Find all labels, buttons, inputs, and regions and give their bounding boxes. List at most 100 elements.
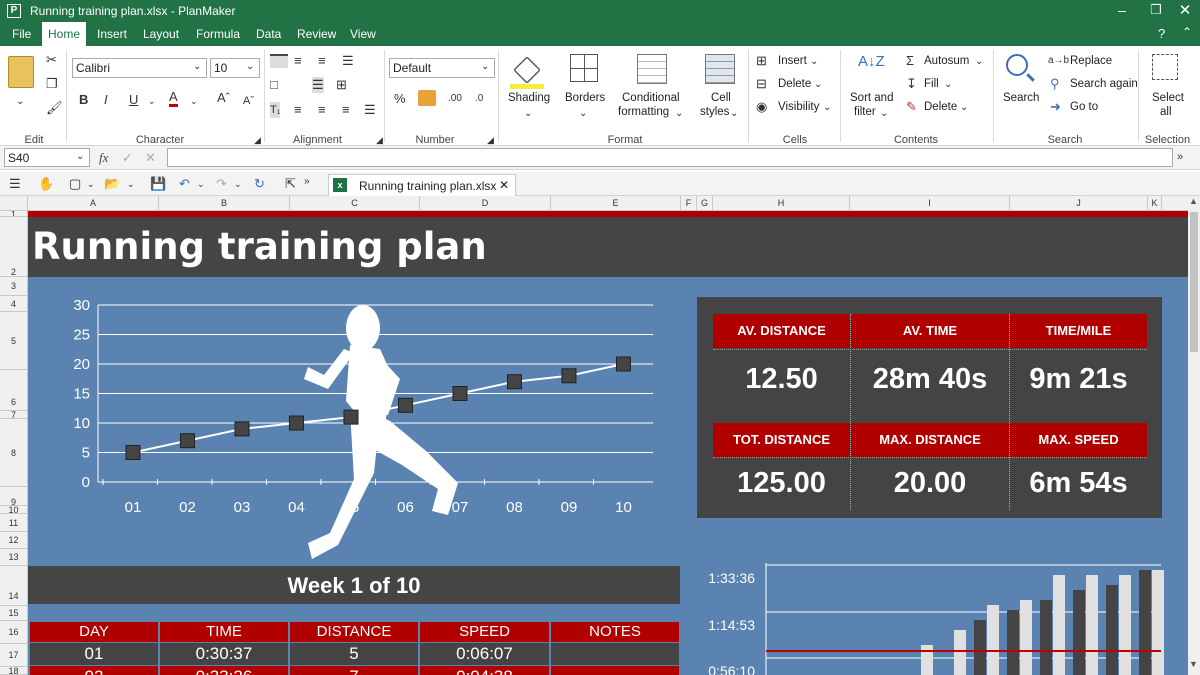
bold-icon[interactable]: B (79, 92, 88, 108)
row-header-15[interactable]: 15 (0, 606, 27, 621)
search-again-icon[interactable]: ⚲ (1050, 76, 1060, 92)
row-header-13[interactable]: 13 (0, 549, 27, 566)
delete-contents-label[interactable]: Delete (924, 101, 957, 113)
conditional-formatting-icon[interactable] (637, 54, 667, 84)
row-header-2[interactable]: 2 (0, 217, 27, 277)
close-tab-icon[interactable]: ✕ (499, 178, 509, 192)
delete-cells-icon[interactable]: ⊟ (756, 76, 767, 92)
sort-filter-label-1[interactable]: Sort and (850, 92, 893, 104)
row-header-4[interactable]: 4 (0, 296, 27, 312)
shading-icon[interactable] (513, 56, 541, 84)
row-header-3[interactable]: 3 (0, 277, 27, 296)
fill-label[interactable]: Fill (924, 78, 939, 90)
select-all-icon[interactable] (1152, 54, 1178, 80)
conditional-formatting-label-2[interactable]: formatting (618, 106, 669, 118)
scroll-thumb[interactable] (1190, 212, 1198, 352)
column-header-j[interactable]: J (1010, 196, 1148, 211)
align-bottom-icon[interactable]: ≡ (318, 53, 326, 69)
align-top-icon[interactable] (270, 54, 288, 68)
line-chart[interactable]: 05101520253001020304050607080910 (28, 283, 688, 563)
menu-insert[interactable]: Insert (97, 22, 127, 46)
delete-contents-chevron-icon[interactable]: ⌄ (960, 100, 968, 116)
table-cell-speed[interactable]: 0:04:38 (420, 666, 549, 675)
menu-layout[interactable]: Layout (143, 22, 179, 46)
hamburger-menu-icon[interactable]: ☰ (9, 176, 21, 192)
redo-dropdown-icon[interactable]: ⌄ (234, 176, 242, 192)
percent-icon[interactable]: % (394, 91, 406, 107)
replace-icon[interactable]: a→b (1048, 53, 1069, 69)
repeat-icon[interactable]: ↻ (254, 176, 265, 192)
row-header-5[interactable]: 5 (0, 312, 27, 370)
autosum-icon[interactable]: Σ (906, 53, 914, 69)
column-header-i[interactable]: I (850, 196, 1010, 211)
table-header-notes[interactable]: NOTES (551, 622, 679, 642)
table-header-distance[interactable]: DISTANCE (290, 622, 418, 642)
shading-label[interactable]: Shading (508, 92, 550, 104)
table-header-day[interactable]: DAY (30, 622, 158, 642)
save-icon[interactable]: 💾 (150, 176, 166, 192)
grow-font-icon[interactable]: Aˆ (217, 90, 230, 106)
row-header-10[interactable]: 10 (0, 506, 27, 514)
visibility-icon[interactable]: ◉ (756, 99, 767, 115)
goto-icon[interactable]: ➜ (1050, 99, 1061, 115)
row-header-12[interactable]: 12 (0, 532, 27, 549)
redo-icon[interactable]: ↷ (216, 176, 227, 192)
row-header-17[interactable]: 17 (0, 644, 27, 667)
table-cell-time[interactable]: 0:33:26 (160, 666, 288, 675)
goto-label[interactable]: Go to (1070, 101, 1098, 113)
bar-chart[interactable]: 1:33:36 1:14:53 0:56:10 (680, 563, 1188, 675)
expand-formula-icon[interactable]: » (1177, 149, 1183, 165)
table-cell-distance[interactable]: 7 (290, 666, 418, 675)
column-header-f[interactable]: F (681, 196, 697, 211)
decrease-decimal-icon[interactable]: .0 (475, 91, 483, 107)
conditional-chevron-icon[interactable]: ⌄ (675, 106, 683, 122)
sort-chevron-icon[interactable]: ⌄ (880, 106, 888, 122)
copy-icon[interactable]: ❐ (46, 76, 58, 92)
sort-filter-label-2[interactable]: filter (854, 106, 876, 118)
cell-reference-chevron-icon[interactable]: ⌄ (76, 149, 84, 165)
select-all-label-1[interactable]: Select (1152, 92, 1184, 104)
autosum-label[interactable]: Autosum (924, 55, 969, 67)
table-cell-distance[interactable]: 5 (290, 643, 418, 665)
document-tab[interactable]: x Running training plan.xlsx ✕ (328, 174, 516, 196)
number-format-chevron-icon[interactable]: ⌄ (481, 59, 489, 75)
font-name-chevron-icon[interactable]: ⌄ (193, 59, 201, 75)
menu-data[interactable]: Data (256, 22, 281, 46)
pointer-icon[interactable]: ⇱ (285, 176, 296, 192)
cell-styles-label-2[interactable]: styles (700, 106, 729, 118)
undo-dropdown-icon[interactable]: ⌄ (197, 176, 205, 192)
shading-chevron-icon[interactable]: ⌄ (524, 106, 532, 122)
visibility-chevron-icon[interactable]: ⌄ (823, 100, 831, 116)
column-header-c[interactable]: C (290, 196, 420, 211)
select-all-label-2[interactable]: all (1160, 106, 1172, 118)
menu-review[interactable]: Review (297, 22, 336, 46)
paste-dropdown-icon[interactable]: ⌄ (16, 94, 24, 110)
delete-chevron-icon[interactable]: ⌄ (814, 77, 822, 93)
column-header-e[interactable]: E (551, 196, 681, 211)
row-header-6[interactable]: 6 (0, 370, 27, 411)
table-cell-notes[interactable] (551, 643, 679, 665)
cell-styles-label-1[interactable]: Cell (711, 92, 731, 104)
borders-chevron-icon[interactable]: ⌄ (579, 106, 587, 122)
formula-input[interactable] (167, 148, 1173, 167)
table-cell-notes[interactable] (551, 666, 679, 675)
align-center-icon[interactable]: ≡ (318, 102, 326, 118)
row-header-8[interactable]: 8 (0, 419, 27, 487)
italic-icon[interactable]: I (104, 92, 108, 108)
shrink-font-icon[interactable]: Aˇ (243, 93, 254, 109)
insert-cells-label[interactable]: Insert (778, 55, 807, 67)
function-icon[interactable]: fx (99, 150, 108, 166)
sort-filter-icon[interactable]: A↓Z (858, 54, 885, 70)
insert-cells-icon[interactable]: ⊞ (756, 53, 767, 69)
paste-icon[interactable] (8, 56, 34, 88)
table-header-speed[interactable]: SPEED (420, 622, 549, 642)
replace-label[interactable]: Replace (1070, 55, 1112, 67)
align-right-icon[interactable]: ≡ (342, 102, 350, 118)
row-header-14[interactable]: 14 (0, 566, 27, 606)
number-format-select[interactable]: Default (389, 58, 495, 78)
delete-contents-icon[interactable]: ✎ (906, 99, 917, 115)
select-all-corner[interactable] (0, 196, 28, 211)
align-justify-icon[interactable]: ☰ (364, 102, 376, 118)
open-folder-icon[interactable]: 📂 (104, 176, 120, 192)
table-cell-time[interactable]: 0:30:37 (160, 643, 288, 665)
